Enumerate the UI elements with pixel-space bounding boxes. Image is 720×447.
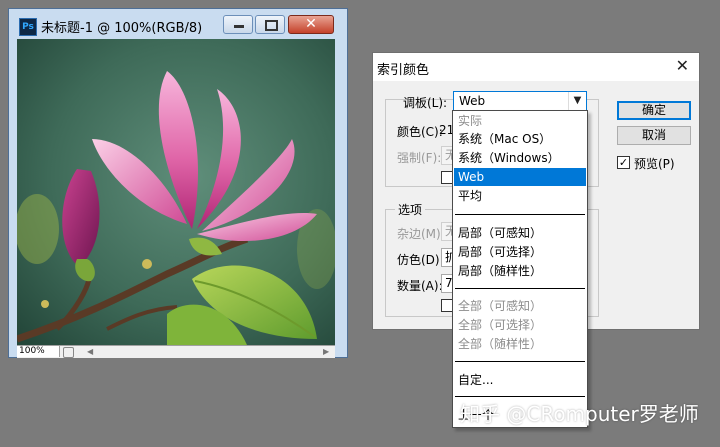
document-window: Ps 未标题-1 @ 100%(RGB/8) ✕ 100% ◀ ▶ [8, 8, 348, 358]
scroll-left-icon[interactable]: ◀ [87, 346, 93, 357]
option-custom[interactable]: 自定... [454, 371, 586, 389]
dropdown-separator [455, 396, 585, 397]
dialog-title: 索引颜色 [377, 63, 430, 78]
option-system-mac[interactable]: 系统（Mac OS） [454, 130, 586, 148]
colors-label: 颜色(C): [397, 125, 443, 139]
dropdown-separator [455, 288, 585, 289]
preview-checkbox[interactable]: ✓ [617, 156, 630, 169]
option-local-perceptual[interactable]: 局部（可感知） [454, 224, 586, 242]
checkmark-icon: ✓ [618, 156, 629, 169]
canvas[interactable] [17, 39, 335, 345]
options-legend: 选项 [395, 201, 426, 218]
option-master-adaptive: 全部（随样性） [458, 337, 543, 351]
option-local-adaptive[interactable]: 局部（随样性） [454, 262, 586, 280]
status-bar: 100% ◀ ▶ [17, 345, 335, 358]
chevron-down-icon[interactable]: ▼ [568, 92, 586, 110]
document-titlebar[interactable]: Ps 未标题-1 @ 100%(RGB/8) ✕ [9, 9, 347, 41]
dropdown-separator [455, 214, 585, 215]
watermark-text: 知乎 @CRomputer罗老师 [460, 402, 699, 426]
option-local-selective[interactable]: 局部（可选择） [454, 243, 586, 261]
forced-label: 强制(F): [397, 151, 442, 165]
maximize-icon [265, 20, 278, 31]
option-master-selective: 全部（可选择） [458, 318, 543, 332]
cancel-button[interactable]: 取消 [617, 126, 691, 145]
palette-label: 调板(L): [403, 96, 448, 110]
matte-label: 杂边(M): [397, 227, 445, 241]
amount-label: 数量(A): [397, 279, 443, 293]
option-uniform[interactable]: 平均 [454, 187, 586, 205]
photoshop-icon: Ps [19, 18, 37, 36]
magnolia-photo [17, 39, 335, 345]
close-button[interactable]: ✕ [288, 15, 334, 34]
minimize-button[interactable] [223, 15, 253, 34]
dialog-titlebar[interactable]: 索引颜色 ✕ [373, 53, 699, 81]
ok-button[interactable]: 确定 [617, 101, 691, 120]
document-info-icon[interactable] [63, 347, 74, 358]
minimize-icon [234, 25, 244, 28]
option-web[interactable]: Web [454, 168, 586, 186]
close-icon: ✕ [305, 16, 317, 32]
dialog-close-icon[interactable]: ✕ [676, 56, 689, 75]
option-system-windows[interactable]: 系统（Windows） [454, 149, 586, 167]
maximize-button[interactable] [255, 15, 285, 34]
zoom-field[interactable]: 100% [17, 346, 60, 357]
dither-label: 仿色(D): [397, 253, 444, 267]
preview-label: 预览(P) [634, 157, 675, 171]
dropdown-separator [455, 361, 585, 362]
palette-dropdown-list: 实际 系统（Mac OS） 系统（Windows） Web 平均 局部（可感知）… [452, 110, 588, 428]
option-master-perceptual: 全部（可感知） [458, 299, 543, 313]
option-exact: 实际 [458, 114, 483, 128]
palette-select-value: Web [459, 94, 486, 108]
scroll-right-icon[interactable]: ▶ [323, 346, 329, 357]
document-title: 未标题-1 @ 100%(RGB/8) [41, 21, 203, 36]
palette-select[interactable]: Web ▼ [453, 91, 587, 111]
